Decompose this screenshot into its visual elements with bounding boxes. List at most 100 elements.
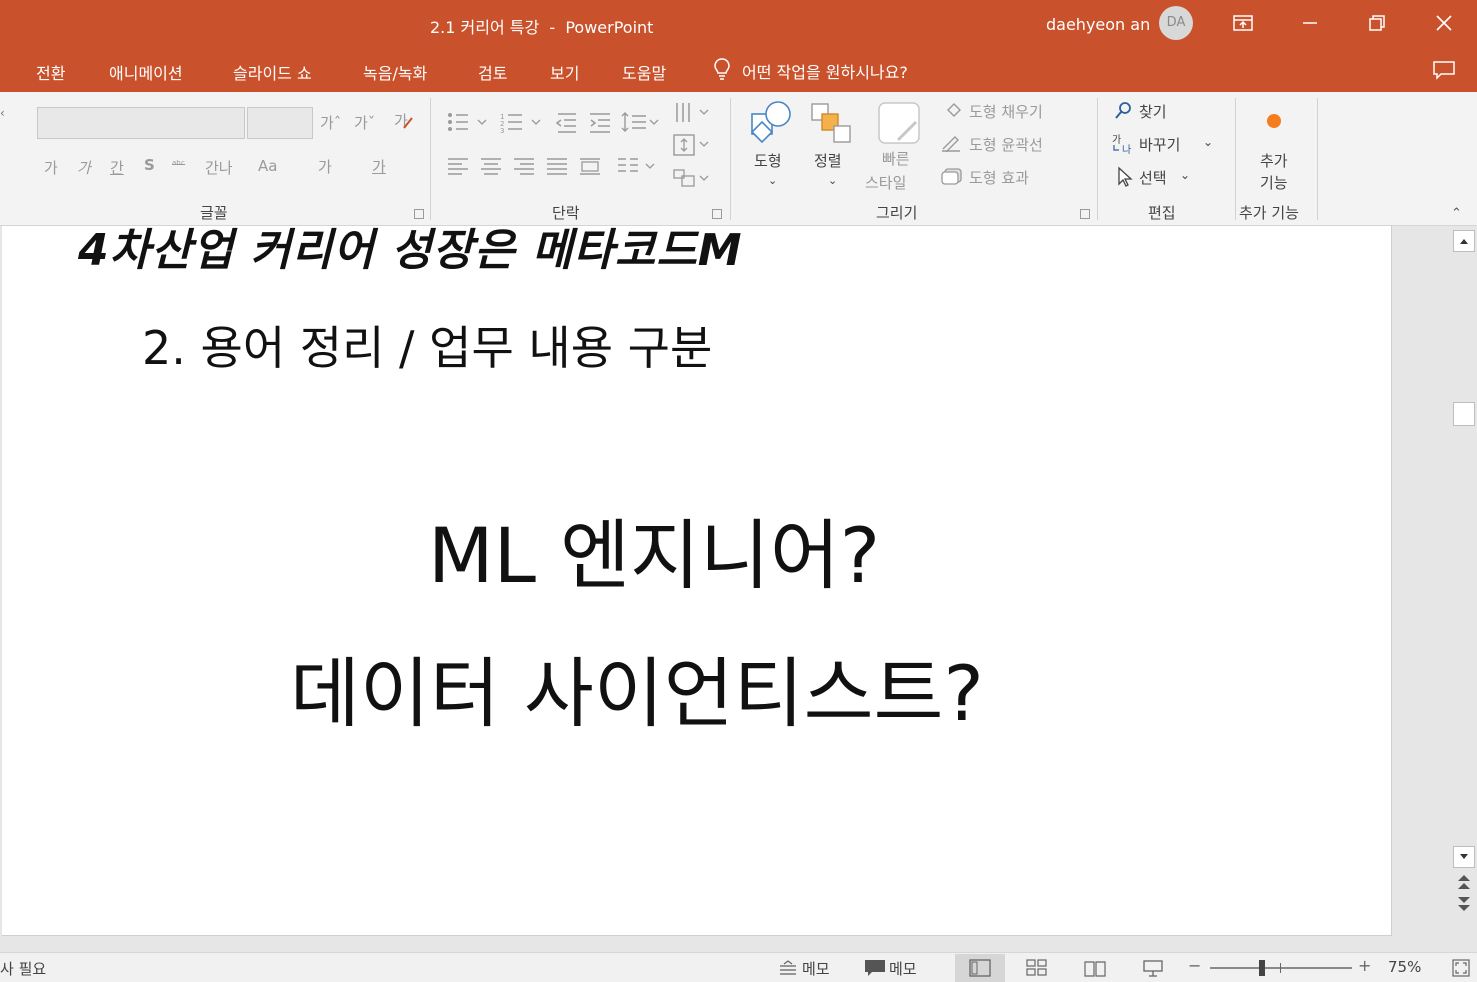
change-case-button[interactable]: Aa (258, 157, 277, 175)
comments-icon[interactable] (1432, 60, 1456, 84)
scroll-down-icon[interactable] (1453, 846, 1475, 868)
tab-recording[interactable]: 녹음/녹화 (363, 60, 427, 84)
find-icon[interactable] (1114, 101, 1134, 125)
zoom-in-icon[interactable]: + (1358, 956, 1371, 975)
normal-view-icon[interactable] (955, 954, 1005, 982)
tab-transitions[interactable]: 전환 (36, 60, 65, 84)
shape-fill-icon[interactable] (944, 100, 964, 124)
decrease-indent-icon[interactable] (554, 110, 578, 138)
numbering-icon[interactable]: 123 (500, 110, 544, 138)
slide-heading[interactable]: 4차산업 커리어 성장은 메타코드M (78, 226, 743, 278)
quick-styles-label-2[interactable]: 스타일 (865, 172, 906, 193)
arrange-icon[interactable] (808, 100, 854, 150)
notes-button[interactable]: 메모 (802, 958, 830, 979)
notes-icon[interactable] (778, 960, 798, 980)
fit-to-window-icon[interactable] (1452, 959, 1470, 981)
shapes-dropdown-icon[interactable]: ⌄ (768, 174, 777, 187)
character-spacing-button[interactable]: 간나 (205, 157, 233, 178)
paragraph-dialog-launcher-icon[interactable] (712, 209, 722, 219)
scroll-up-icon[interactable] (1453, 230, 1475, 252)
previous-slide-icon[interactable] (1456, 872, 1472, 896)
slide-text-ml-engineer[interactable]: ML 엔지니어? (428, 494, 880, 604)
slide-sorter-icon[interactable] (1012, 954, 1062, 982)
zoom-slider[interactable] (1210, 967, 1352, 969)
comments-button[interactable]: 메모 (889, 958, 917, 979)
close-icon[interactable] (1421, 6, 1467, 40)
addins-label-1[interactable]: 추가 (1260, 150, 1288, 171)
font-size-decrease-button[interactable]: 가ˇ (354, 112, 375, 133)
slide-canvas[interactable]: 4차산업 커리어 성장은 메타코드M 2. 용어 정리 / 업무 내용 구분 M… (2, 226, 1392, 936)
addins-label-2[interactable]: 기능 (1260, 172, 1288, 193)
tab-animations[interactable]: 애니메이션 (109, 60, 183, 84)
shape-fill-button[interactable]: 도형 채우기 (969, 101, 1043, 122)
addins-icon[interactable] (1267, 114, 1281, 128)
slide-text-data-scientist[interactable]: 데이터 사이언티스트? (290, 632, 984, 742)
scroll-thumb[interactable] (1453, 402, 1475, 426)
bold-button[interactable]: 가 (44, 157, 58, 178)
tab-review[interactable]: 검토 (478, 60, 507, 84)
justify-icon[interactable] (545, 154, 569, 182)
slide-subtitle[interactable]: 2. 용어 정리 / 업무 내용 구분 (142, 312, 712, 378)
arrange-label[interactable]: 정렬 (814, 150, 842, 171)
underline-button[interactable]: 간 (110, 157, 124, 178)
tab-view[interactable]: 보기 (550, 60, 579, 84)
tab-slideshow[interactable]: 슬라이드 쇼 (233, 60, 312, 84)
columns-icon[interactable] (616, 154, 660, 182)
restore-icon[interactable] (1354, 6, 1400, 40)
zoom-out-icon[interactable]: − (1188, 956, 1201, 975)
collapse-ribbon-icon[interactable]: ⌃ (1451, 206, 1462, 221)
quick-styles-icon[interactable] (876, 100, 924, 150)
line-spacing-icon[interactable] (620, 110, 664, 138)
align-center-icon[interactable] (479, 154, 503, 182)
distributed-icon[interactable] (578, 154, 602, 182)
smartart-icon[interactable] (672, 166, 712, 196)
strikethrough-button[interactable]: ᵃᵇᶜ (172, 158, 185, 171)
zoom-level[interactable]: 75% (1388, 958, 1421, 976)
align-text-icon[interactable] (672, 132, 712, 162)
status-bar: 사 필요 메모 메모 − + 75% (0, 952, 1477, 982)
select-dropdown-icon[interactable]: ⌄ (1180, 168, 1190, 182)
drawing-dialog-launcher-icon[interactable] (1080, 209, 1090, 219)
align-right-icon[interactable] (512, 154, 536, 182)
find-button[interactable]: 찾기 (1139, 101, 1167, 122)
zoom-slider-thumb[interactable] (1259, 960, 1265, 976)
replace-icon[interactable]: 가나 (1112, 133, 1136, 159)
align-left-icon[interactable] (446, 154, 470, 182)
ribbon-scroll-left-icon[interactable]: ‹ (0, 106, 5, 120)
tab-help[interactable]: 도움말 (622, 60, 666, 84)
shape-effects-icon[interactable] (940, 166, 964, 190)
shapes-label[interactable]: 도형 (754, 150, 782, 171)
quick-styles-label-1[interactable]: 빠른 (882, 148, 910, 169)
replace-dropdown-icon[interactable]: ⌄ (1203, 135, 1213, 149)
font-name-combo[interactable] (37, 107, 245, 139)
shape-outline-icon[interactable] (940, 132, 962, 156)
shapes-icon[interactable] (748, 100, 794, 150)
tell-me-search[interactable]: 어떤 작업을 원하시나요? (712, 58, 908, 84)
text-direction-icon[interactable] (672, 100, 712, 130)
font-color-button[interactable]: 가 (372, 156, 386, 177)
ribbon-display-options-icon[interactable] (1220, 6, 1266, 40)
reading-view-icon[interactable] (1070, 954, 1120, 982)
shape-effects-button[interactable]: 도형 효과 (969, 167, 1029, 188)
next-slide-icon[interactable] (1456, 894, 1472, 918)
highlight-color-button[interactable]: 가 (318, 156, 332, 177)
font-size-increase-button[interactable]: 가ˆ (320, 112, 341, 133)
comment-bubble-icon[interactable] (864, 959, 886, 981)
vertical-scrollbar[interactable] (1452, 226, 1477, 948)
minimize-icon[interactable] (1287, 6, 1333, 40)
replace-button[interactable]: 바꾸기 (1139, 134, 1180, 155)
slideshow-view-icon[interactable] (1128, 954, 1178, 982)
italic-button[interactable]: 가 (77, 157, 91, 178)
arrange-dropdown-icon[interactable]: ⌄ (828, 174, 837, 187)
bullets-icon[interactable] (446, 110, 490, 138)
avatar[interactable]: DA (1159, 6, 1193, 40)
select-cursor-icon[interactable] (1116, 166, 1136, 192)
font-size-combo[interactable] (247, 107, 313, 139)
user-name[interactable]: daehyeon an (1046, 15, 1150, 34)
font-dialog-launcher-icon[interactable] (414, 209, 424, 219)
shape-outline-button[interactable]: 도형 윤곽선 (969, 134, 1043, 155)
shadow-button[interactable]: S (144, 156, 155, 174)
clear-formatting-icon[interactable]: 가 (392, 110, 416, 136)
increase-indent-icon[interactable] (588, 110, 612, 138)
select-button[interactable]: 선택 (1139, 167, 1167, 188)
